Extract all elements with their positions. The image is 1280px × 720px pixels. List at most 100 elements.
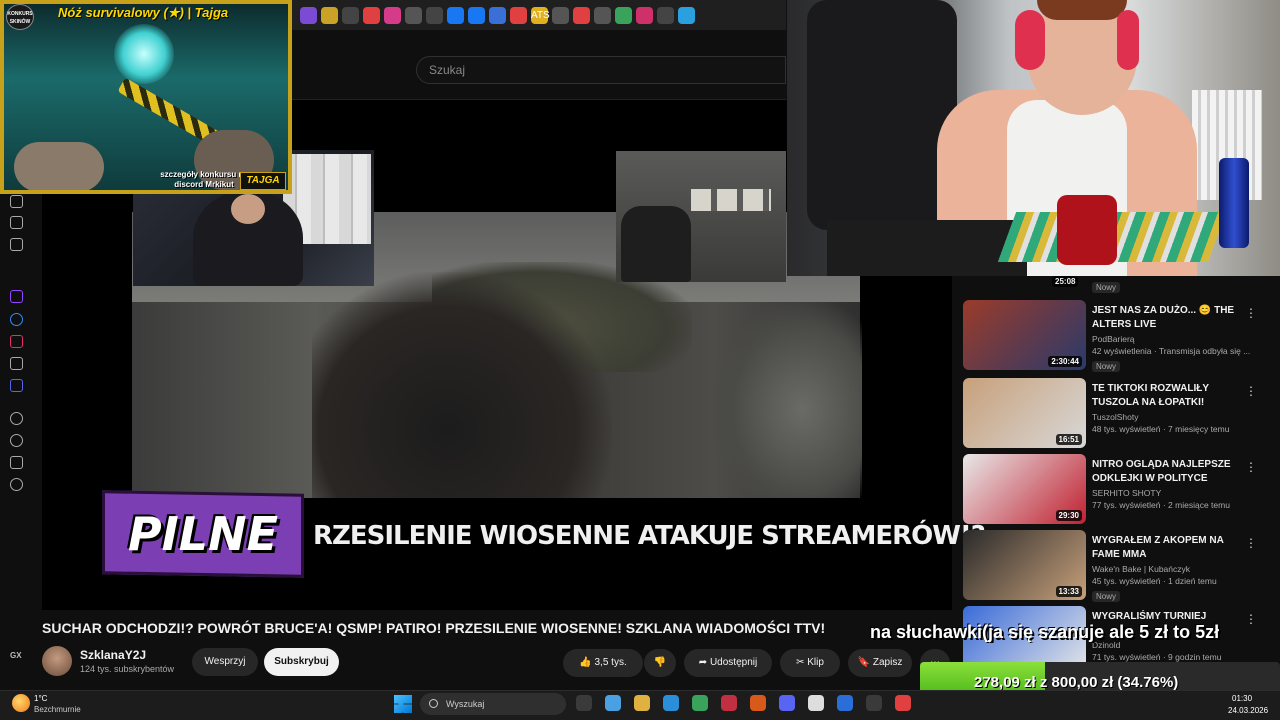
bookmark-icon[interactable]: ATS <box>531 6 550 24</box>
clip-button[interactable]: ✂ Klip <box>780 649 840 677</box>
taskbar-app-icon[interactable] <box>721 695 737 711</box>
recommended-video[interactable]: 13:33 WYGRAŁEM Z AKOPEM NA FAME MMA Wake'n… <box>963 530 1263 606</box>
recommended-video[interactable]: 16:51 TE TIKTOKI ROZWALIŁY TUSZOLA NA ŁOP… <box>963 378 1263 454</box>
recommended-title[interactable]: NITRO OGLĄDA NAJLEPSZE ODKLEJKI W POLITY… <box>1092 458 1247 486</box>
bookmark-icon[interactable] <box>384 6 401 24</box>
headset-left <box>1015 10 1045 70</box>
like-button[interactable]: 👍 3,5 tys. <box>563 649 643 677</box>
recommended-channel[interactable]: TuszolShoty <box>1092 412 1138 422</box>
support-button[interactable]: Wesprzyj <box>192 648 258 676</box>
bookmark-icon[interactable] <box>426 6 443 24</box>
video-thumbnail[interactable]: 13:33 <box>963 530 1086 600</box>
bookmark-icon[interactable] <box>615 6 632 24</box>
recommended-title[interactable]: WYGRAŁEM Z AKOPEM NA FAME MMA <box>1092 534 1247 562</box>
bookmark-icon[interactable] <box>342 6 359 24</box>
video-thumbnail[interactable]: 2:30:44 <box>963 300 1086 370</box>
bookmark-icon[interactable] <box>405 6 422 24</box>
bookmark-icon[interactable] <box>573 6 590 24</box>
twitch-icon[interactable] <box>10 290 23 303</box>
bookmark-icon[interactable] <box>657 6 674 24</box>
bookmark-icon[interactable] <box>594 6 611 24</box>
bookmark-icon[interactable] <box>363 6 380 24</box>
search-icon <box>429 699 438 708</box>
taskbar-app-icon[interactable] <box>634 695 650 711</box>
discord-icon[interactable] <box>10 379 23 392</box>
recommended-title[interactable]: TE TIKTOKI ROZWALIŁY TUSZOLA NA ŁOPATKI! <box>1092 382 1247 410</box>
duration-badge: 25:08 <box>1052 276 1079 287</box>
save-button[interactable]: 🔖 Zapisz <box>848 649 912 677</box>
bookmark-icon[interactable] <box>300 6 317 24</box>
video-person-2 <box>712 302 862 498</box>
bookmark-icon[interactable] <box>489 6 506 24</box>
bookmark-icon[interactable] <box>552 6 569 24</box>
history-icon[interactable] <box>10 412 23 425</box>
promo-hand <box>14 142 104 190</box>
video-thumbnail[interactable]: 29:30 <box>963 454 1086 524</box>
bookmark-icon[interactable] <box>636 6 653 24</box>
tiktok-icon[interactable] <box>10 357 23 370</box>
recommended-channel[interactable]: PodBarierą <box>1092 334 1135 344</box>
bookmark-icon[interactable] <box>321 6 338 24</box>
taskbar-app-icon[interactable] <box>866 695 882 711</box>
search-input[interactable]: Szukaj <box>416 56 786 84</box>
extensions-icon[interactable] <box>10 456 23 469</box>
taskbar-app-icon[interactable] <box>895 695 911 711</box>
gaming-chair <box>807 0 957 230</box>
weather-description: Bezchmurnie <box>34 705 81 714</box>
duration-badge: 16:51 <box>1055 434 1082 445</box>
instagram-icon[interactable] <box>10 335 23 348</box>
thumbs-down-icon: 👎 <box>653 657 667 668</box>
channel-name[interactable]: SzklanaY2J <box>80 648 146 662</box>
taskbar-search[interactable]: Wyszukaj <box>420 693 566 715</box>
tajga-logo: TAJGA <box>240 172 286 190</box>
dislike-button[interactable]: 👎 <box>644 649 676 677</box>
bookmark-icon[interactable] <box>678 6 695 24</box>
recommended-video[interactable]: 2:30:44 Jest nas za dużo... 😊 THE ALTERS … <box>963 300 1263 376</box>
taskbar-app-icon[interactable] <box>663 695 679 711</box>
bookmark-icon[interactable] <box>447 6 464 24</box>
taskbar-app-icon[interactable] <box>837 695 853 711</box>
share-button[interactable]: ➦ Udostępnij <box>684 649 772 677</box>
bookmark-icon[interactable] <box>468 6 485 24</box>
taskbar-app-icon[interactable] <box>808 695 824 711</box>
duration-badge: 29:30 <box>1055 510 1082 521</box>
feed-icon[interactable] <box>10 195 23 208</box>
clock-time[interactable]: 01:30 <box>1232 694 1252 703</box>
settings-icon[interactable] <box>10 478 23 491</box>
recommended-video[interactable]: 29:30 NITRO OGLĄDA NAJLEPSZE ODKLEJKI W P… <box>963 454 1263 530</box>
red-cup <box>1057 195 1117 265</box>
recommended-channel[interactable]: Wake'n Bake | Kubańczyk <box>1092 564 1190 574</box>
recommended-title[interactable]: Jest nas za dużo... 😊 THE ALTERS LIVE <box>1092 304 1247 332</box>
bookmark-icon[interactable] <box>510 6 527 24</box>
scissors-icon: ✂ <box>796 657 808 668</box>
clip-label: Klip <box>807 657 824 668</box>
channel-avatar[interactable] <box>42 646 72 676</box>
more-vert-icon[interactable]: ⋮ <box>1245 306 1257 320</box>
edit-icon[interactable] <box>10 216 23 229</box>
new-badge: Nowy <box>1092 282 1121 293</box>
news-icon[interactable] <box>10 238 23 251</box>
taskbar-app-icon[interactable] <box>779 695 795 711</box>
pilne-label: PILNE <box>127 507 279 561</box>
save-label: Zapisz <box>872 657 903 668</box>
recommended-channel[interactable]: SERHITO SHOTY <box>1092 488 1161 498</box>
subscribe-button[interactable]: Subskrybuj <box>264 648 339 676</box>
taskbar-app-icon[interactable] <box>750 695 766 711</box>
taskbar-app-icon[interactable] <box>692 695 708 711</box>
taskbar-app-icon[interactable] <box>576 695 592 711</box>
video-thumbnail[interactable]: 16:51 <box>963 378 1086 448</box>
share-label: Udostępnij <box>709 657 758 668</box>
weather-icon[interactable] <box>12 694 30 712</box>
more-vert-icon[interactable]: ⋮ <box>1245 460 1257 474</box>
second-camera-inset <box>616 151 786 282</box>
more-vert-icon[interactable]: ⋮ <box>1245 536 1257 550</box>
news-headline: RZESILENIE WIOSENNE ATAKUJE STREAMERÓW!? <box>313 521 986 551</box>
taskbar-app-icon[interactable] <box>605 695 621 711</box>
more-vert-icon[interactable]: ⋮ <box>1245 384 1257 398</box>
gx-label: GX <box>10 651 22 660</box>
energy-drink-can <box>1219 158 1249 248</box>
clock-icon[interactable] <box>10 434 23 447</box>
messenger-icon[interactable] <box>10 313 23 326</box>
streamer-webcam <box>787 0 1280 276</box>
clock-date[interactable]: 24.03.2026 <box>1228 706 1268 715</box>
